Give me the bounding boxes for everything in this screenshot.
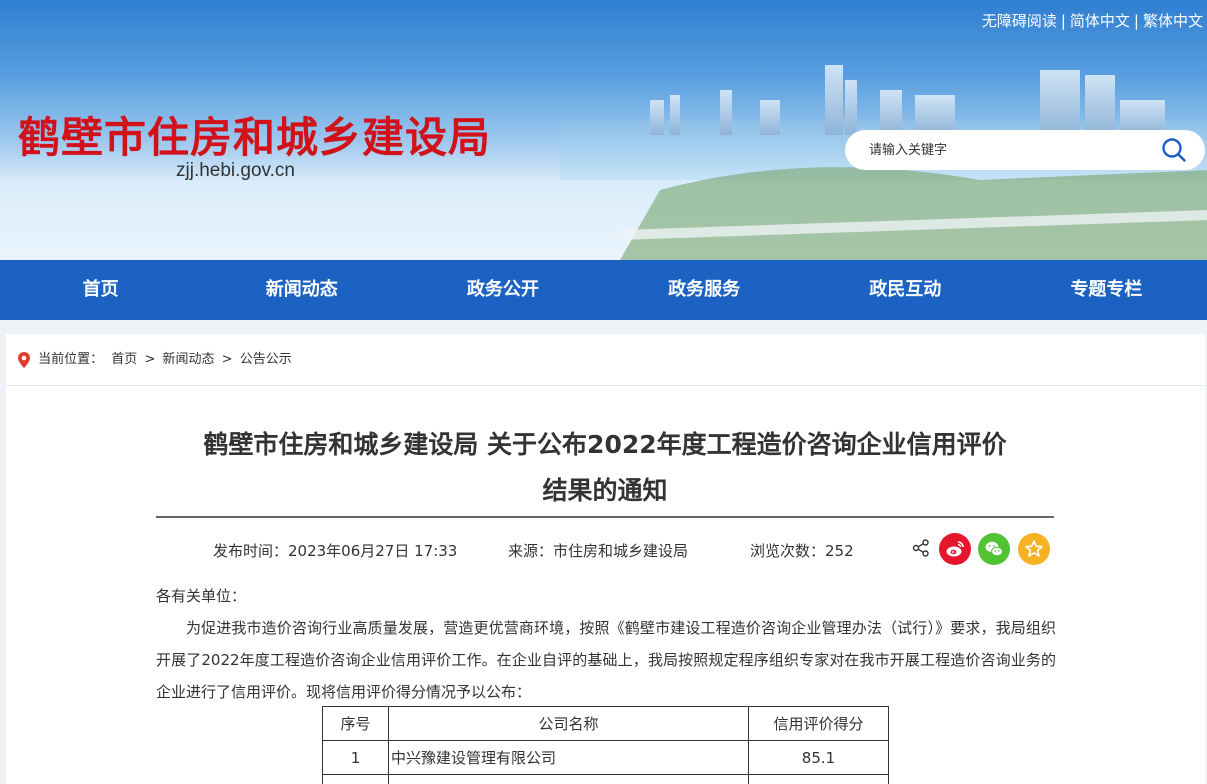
simplified-chinese-link[interactable]: 简体中文 (1070, 12, 1130, 30)
table-row: 1 中兴豫建设管理有限公司 85.1 (322, 740, 889, 775)
header-banner: 鹤壁市住房和城乡建设局 zjj.hebi.gov.cn 无障碍阅读 | 简体中文 | 繁… (0, 0, 1207, 260)
site-domain: zjj.hebi.gov.cn (176, 160, 295, 181)
wechat-share-button[interactable] (978, 533, 1010, 565)
column-header-score: 信用评价得分 (748, 706, 889, 741)
separator: | (1133, 12, 1139, 30)
top-links: 无障碍阅读 | 简体中文 | 繁体中文 (982, 10, 1203, 31)
breadcrumb: 当前位置： 首页 > 新闻动态 > 公告公示 (6, 334, 1205, 386)
site-title: 鹤壁市住房和城乡建设局 (18, 113, 492, 162)
cell-company: 中兴豫建设管理有限公司 (388, 740, 749, 775)
star-icon (1025, 540, 1043, 557)
cell-score: 85.1 (748, 740, 889, 775)
weibo-icon (946, 541, 964, 557)
cell-number: 1 (322, 740, 389, 775)
breadcrumb-separator: > (144, 352, 156, 367)
content-panel: 当前位置： 首页 > 新闻动态 > 公告公示 鹤壁市住房和城乡建设局 关于公布2… (6, 334, 1205, 784)
breadcrumb-separator: > (221, 352, 233, 367)
separator: | (1060, 12, 1066, 30)
cell-score (748, 774, 889, 784)
nav-item-home[interactable]: 首页 (0, 260, 201, 320)
view-count: 浏览次数：252 (750, 542, 854, 560)
article-title: 鹤壁市住房和城乡建设局 关于公布2022年度工程造价咨询企业信用评价 结果的通知 (156, 422, 1054, 514)
search-box (845, 130, 1205, 170)
nav-item-gov-affairs[interactable]: 政务公开 (402, 260, 603, 320)
search-icon[interactable] (1161, 137, 1187, 163)
article-source: 来源：市住房和城乡建设局 (508, 542, 689, 560)
credit-score-table: 序号 公司名称 信用评价得分 1 中兴豫建设管理有限公司 85.1 (322, 706, 889, 784)
weibo-share-button[interactable] (939, 533, 971, 565)
column-header-number: 序号 (322, 706, 389, 741)
breadcrumb-announcements[interactable]: 公告公示 (240, 352, 292, 367)
article-title-line1: 鹤壁市住房和城乡建设局 关于公布2022年度工程造价咨询企业信用评价 (203, 430, 1007, 459)
article-paragraph: 为促进我市造价咨询行业高质量发展，营造更优营商环境，按照《鹤壁市建设工程造价咨询… (156, 619, 1056, 701)
publish-time: 发布时间：2023年06月27日 17:33 (213, 542, 458, 560)
nav-item-gov-services[interactable]: 政务服务 (604, 260, 805, 320)
table-header-row: 序号 公司名称 信用评价得分 (322, 706, 889, 741)
location-pin-icon (18, 352, 30, 368)
search-input[interactable] (869, 140, 1149, 160)
main-nav: 首页 新闻动态 政务公开 政务服务 政民互动 专题专栏 (0, 260, 1207, 320)
cell-company (388, 774, 749, 784)
share-icon[interactable] (912, 539, 930, 557)
wechat-icon (985, 541, 1003, 557)
breadcrumb-home[interactable]: 首页 (111, 352, 137, 367)
nav-item-special-topics[interactable]: 专题专栏 (1006, 260, 1207, 320)
favorite-button[interactable] (1018, 533, 1050, 565)
breadcrumb-news[interactable]: 新闻动态 (163, 352, 215, 367)
table-row (322, 774, 889, 784)
nav-item-interaction[interactable]: 政民互动 (805, 260, 1006, 320)
column-header-company: 公司名称 (388, 706, 749, 741)
nav-item-news[interactable]: 新闻动态 (201, 260, 402, 320)
accessibility-link[interactable]: 无障碍阅读 (982, 12, 1057, 30)
article-title-line2: 结果的通知 (542, 476, 668, 505)
cell-number (322, 774, 389, 784)
breadcrumb-label: 当前位置： (38, 352, 104, 367)
title-divider (156, 516, 1054, 518)
salutation: 各有关单位： (156, 587, 247, 605)
traditional-chinese-link[interactable]: 繁体中文 (1143, 12, 1203, 30)
